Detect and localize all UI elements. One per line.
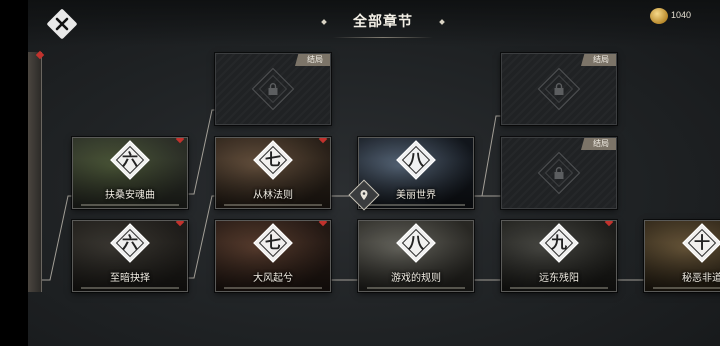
chapter-title: 秘恶非道 [682,273,720,284]
title-underline [333,37,433,38]
card-underline [367,287,465,289]
chapter-number: 八 [407,150,424,169]
locked-ending-card[interactable]: 结局 [501,137,617,209]
locked-ending-card[interactable]: 结局 [501,53,617,125]
chapter-map: 全部章节 1040 六 扶桑安魂曲 六 至暗抉择 结局 七 从林法则 七 大风起… [28,0,720,346]
card-underline [81,287,179,289]
lock-icon [554,83,564,95]
chapter-number: 七 [264,150,281,169]
ending-tag: 结局 [295,54,330,66]
card-underline [81,204,179,206]
location-pin-icon [360,190,368,200]
chapter-title: 至暗抉择 [110,273,150,284]
locked-ending-card[interactable]: 结局 [215,53,331,125]
card-underline [653,287,720,289]
chapter-card[interactable]: 十 秘恶非道 [644,220,720,292]
card-underline [367,204,465,206]
chapter-title: 从林法则 [253,190,293,201]
chapter-number: 九 [550,233,567,252]
lock-icon [554,167,564,179]
chapter-card[interactable]: 六 至暗抉择 [72,220,188,292]
chapter-card[interactable]: 九 远东残阳 [501,220,617,292]
letterbox [0,0,28,346]
card-underline [224,204,322,206]
page-title: 全部章节 [353,14,413,30]
coin-icon [650,8,668,24]
chapter-number: 八 [407,233,424,252]
ending-tag: 结局 [581,138,616,150]
card-underline [224,287,322,289]
close-icon [55,17,69,31]
chapter-number: 十 [693,233,710,252]
chapter-title: 大风起兮 [253,273,293,284]
ending-tag: 结局 [581,54,616,66]
chapter-card-partial[interactable] [28,50,45,292]
card-underline [510,287,608,289]
chapter-card[interactable]: 七 大风起兮 [215,220,331,292]
chapter-title: 远东残阳 [539,273,579,284]
chapter-number: 六 [121,233,138,252]
coin-count: 1040 [671,10,692,20]
chapter-number: 六 [121,150,138,169]
chapter-card[interactable]: 六 扶桑安魂曲 [72,137,188,209]
chapter-title: 扶桑安魂曲 [105,190,155,201]
chapter-number: 七 [264,233,281,252]
chapter-card[interactable]: 八 游戏的规则 [358,220,474,292]
page-title-group: 全部章节 [318,10,448,38]
chapter-title: 游戏的规则 [391,273,441,284]
lock-icon [268,83,278,95]
chapter-card[interactable]: 七 从林法则 [215,137,331,209]
